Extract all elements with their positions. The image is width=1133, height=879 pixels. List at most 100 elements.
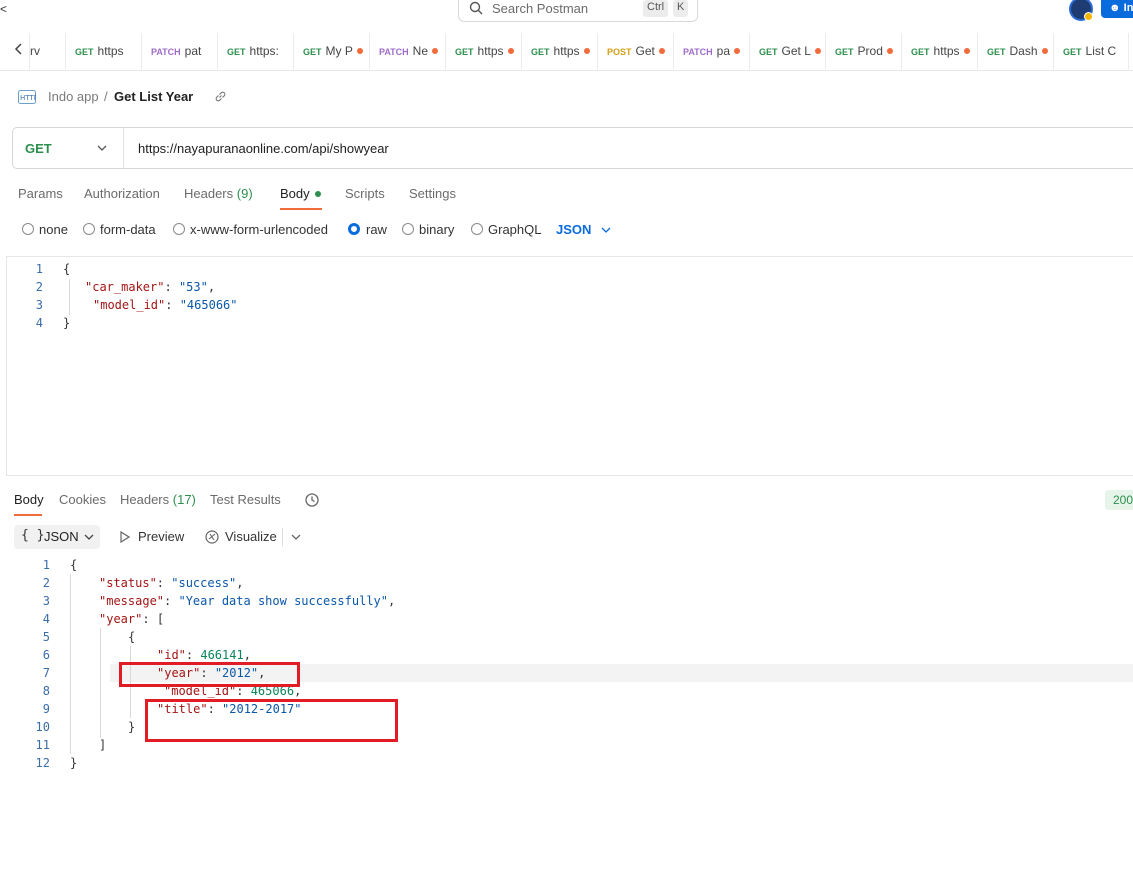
headers-count: (9) [236,186,253,201]
back-chevron-icon[interactable] [13,42,25,56]
response-format-select[interactable]: { } JSON [14,525,100,549]
json-value: "Year data show successfully" [178,594,388,608]
line-number: 3 [42,594,50,608]
resp-tab-test-results[interactable]: Test Results [210,492,281,507]
punct: } [128,720,136,734]
code-line: } [128,720,135,738]
annotation-box-year [119,662,300,687]
breadcrumb-collection[interactable]: Indo app [48,89,99,104]
tab-item[interactable]: PATCH pa [673,33,749,71]
tab-item[interactable]: rv [29,33,65,71]
invite-button[interactable]: ☻ In [1101,0,1133,18]
radio-binary[interactable] [402,223,414,235]
request-name[interactable]: Get List Year [114,89,193,104]
tab-item[interactable]: GET Dash [977,33,1053,71]
status-badge: 200 [1105,490,1133,510]
tab-scripts[interactable]: Scripts [345,186,385,201]
code-line: { [70,558,77,576]
json-value: "53" [178,280,208,294]
unsaved-dot [963,48,970,54]
history-icon[interactable] [304,492,320,508]
line-number: 4 [42,612,50,626]
json-key: "status" [99,576,157,590]
preview-button[interactable]: Preview [138,529,184,544]
line-number: 2 [35,280,43,294]
resp-tab-cookies[interactable]: Cookies [59,492,106,507]
tab-name: Dash [1009,44,1038,58]
kbd-k: K [673,0,689,17]
tab-item[interactable]: GET My P [293,33,369,71]
radio-urlencoded[interactable] [173,223,185,235]
response-format-label: JSON [44,529,79,544]
tab-item[interactable]: POST Get [597,33,673,71]
svg-text:HTTP: HTTP [20,94,36,102]
search-icon [469,1,483,15]
unsaved-dot [734,48,741,54]
radio-none[interactable] [22,223,34,235]
resp-tab-body[interactable]: Body [14,492,44,507]
back-arrow-icon[interactable]: < [0,2,7,16]
body-format-select[interactable]: JSON [556,222,591,237]
json-key: "id" [157,648,186,662]
search-postman-box[interactable]: Search Postman Ctrl K [458,0,698,22]
tab-method: PATCH [683,47,713,57]
json-key: "car_maker" [85,280,165,294]
tab-item[interactable]: GET https [901,33,977,71]
tab-item[interactable]: PATCH pat [141,33,217,71]
request-tabs-bar: rv GET https PATCH pat GET https: GET My P P… [0,33,1133,71]
tab-item[interactable]: PATCH Ne [369,33,445,71]
code-line: "model_id": "465066" [93,298,238,312]
method-select[interactable]: GET [25,141,52,156]
label-graphql: GraphQL [488,222,542,237]
chevron-down-icon[interactable] [291,533,301,541]
radio-form-data[interactable] [83,223,95,235]
url-bar: GET https://nayapuranaonline.com/api/sho… [12,127,1133,169]
tab-method: GET [1063,47,1082,57]
tab-headers-label: Headers [184,186,234,201]
punct: } [70,756,78,770]
radio-raw[interactable] [348,223,360,235]
tab-item[interactable]: GET Prod [825,33,901,71]
tab-name: List C [1085,44,1117,58]
add-user-icon: ☻ [1109,2,1121,14]
tab-item[interactable]: GET https [445,33,521,71]
tab-name: rv [30,44,40,58]
annotation-box-title [145,699,398,742]
tab-method: PATCH [379,47,409,57]
punct: ] [99,738,107,752]
unsaved-dot [507,48,514,54]
tab-headers[interactable]: Headers (9) [184,186,253,201]
indent-guide [70,574,71,754]
avatar-icon[interactable] [1069,0,1093,21]
radio-graphql[interactable] [471,223,483,235]
tab-item[interactable]: GET https [65,33,141,71]
code-line: "status": "success", [99,576,244,590]
link-icon[interactable] [214,90,227,103]
url-input[interactable]: https://nayapuranaonline.com/api/showyea… [138,141,389,156]
visualize-icon[interactable] [204,529,220,545]
active-tab-underline [14,514,42,516]
request-body-editor[interactable]: 1 2 3 4 { "car_maker": "53", "model_id":… [6,256,1133,476]
tab-settings[interactable]: Settings [409,186,456,201]
tab-params[interactable]: Params [18,186,63,201]
line-number: 9 [42,702,50,716]
divider [123,128,124,168]
tab-item[interactable]: GET https [521,33,597,71]
visualize-button[interactable]: Visualize [225,529,277,544]
tab-item-active[interactable]: GET List C [1053,33,1129,71]
chevron-down-icon[interactable] [97,144,107,152]
tab-body[interactable]: Body [280,186,321,201]
tab-item[interactable]: GET https: [217,33,293,71]
tab-name: pat [184,44,202,58]
tab-item[interactable]: GET Get L [749,33,825,71]
punct: { [128,630,136,644]
resp-tab-headers[interactable]: Headers (17) [120,492,196,507]
tab-name: https [477,44,504,58]
tab-authorization[interactable]: Authorization [84,186,160,201]
line-number: 10 [35,720,50,734]
tab-name: Ne [412,44,429,58]
play-icon[interactable] [120,531,130,543]
tab-method: GET [531,47,550,57]
chevron-down-icon[interactable] [601,226,611,234]
unsaved-dot [1041,48,1048,54]
